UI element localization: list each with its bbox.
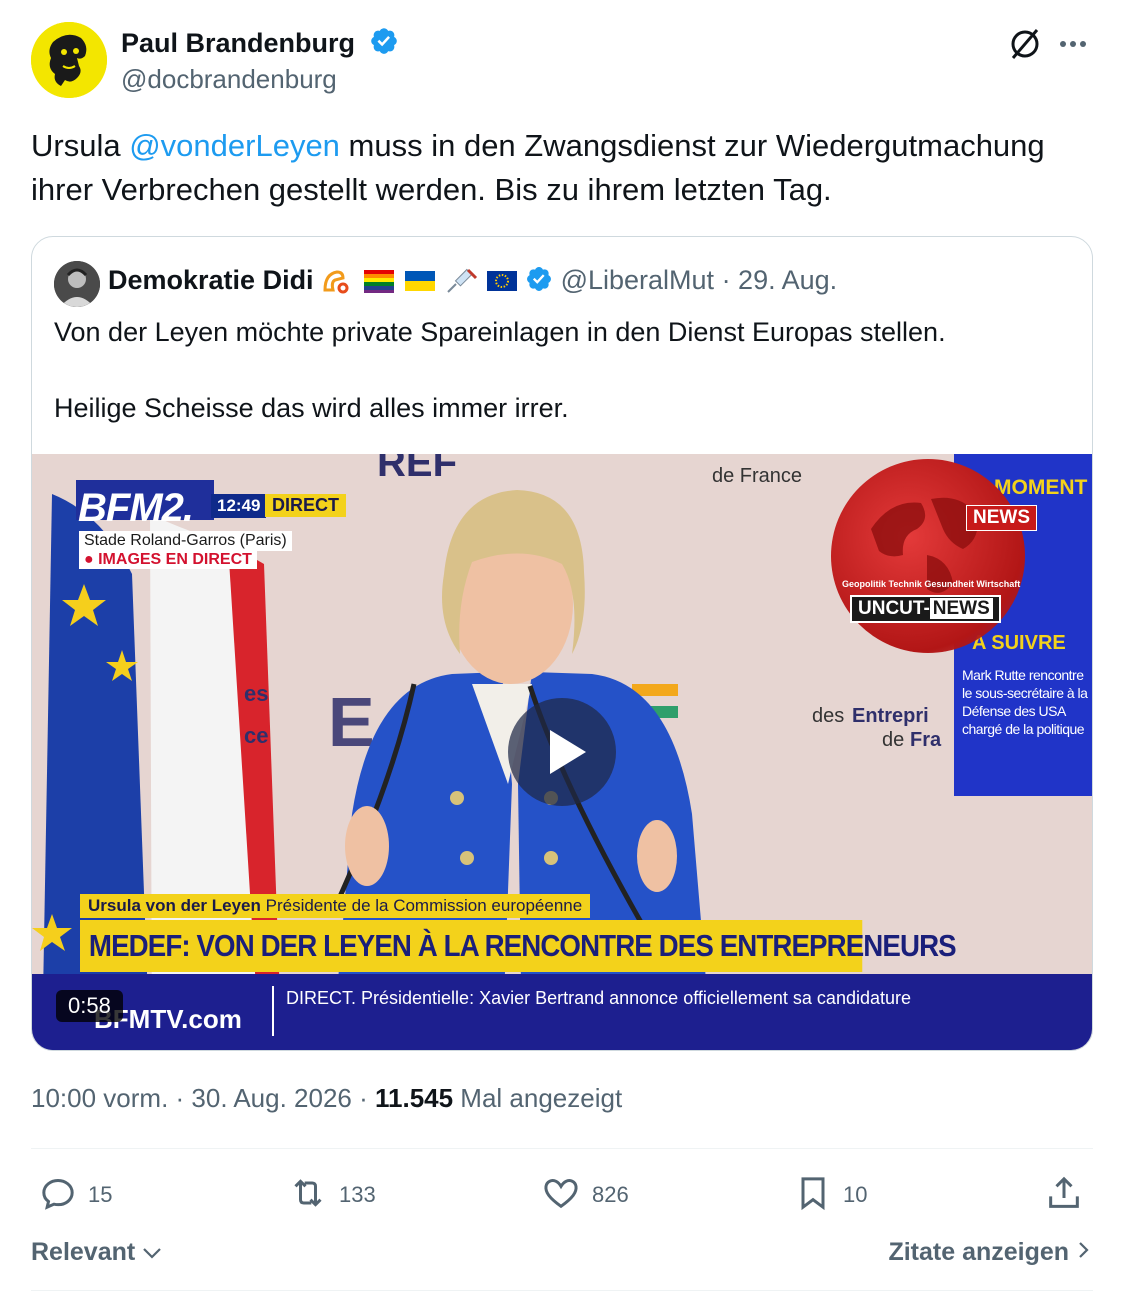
quoted-author-avatar[interactable] xyxy=(54,261,100,307)
heart-icon xyxy=(540,1173,582,1218)
tweet-text-part: Ursula xyxy=(31,128,130,163)
svg-text:de: de xyxy=(882,729,904,751)
sort-relevant-dropdown[interactable]: Relevant xyxy=(31,1238,162,1267)
quoted-text-line2: Heilige Scheisse das wird alles immer ir… xyxy=(54,393,569,423)
tweet-header: Paul Brandenburg @docbrandenburg xyxy=(31,22,1093,102)
view-quotes-label: Zitate anzeigen xyxy=(888,1238,1070,1266)
svg-text:Entrepri: Entrepri xyxy=(852,705,929,727)
reply-button[interactable]: 15 xyxy=(38,1175,112,1215)
side-panel-text: Mark Rutte rencontre le sous-secrétaire … xyxy=(962,667,1088,737)
quoted-text-line1: Von der Leyen möchte private Spareinlage… xyxy=(54,317,946,347)
more-options-icon[interactable] xyxy=(1053,24,1093,64)
video-duration: 0:58 xyxy=(56,990,123,1022)
quoted-header: Demokratie Didi @LiberalMut · 29. Aug. xyxy=(108,265,837,300)
news-ticker: BFMTV.com DIRECT. Présidentielle: Xavier… xyxy=(32,974,1092,1050)
svg-text:de France: de France xyxy=(712,465,802,487)
uncut-news-subtitle: Geopolitik Technik Gesundheit Wirtschaft xyxy=(842,579,1021,589)
tweet-meta: 10:00 vorm. · 30. Aug. 2026 · 11.545 Mal… xyxy=(31,1083,622,1114)
rainbow-flag-emoji-icon xyxy=(362,268,396,294)
grok-icon[interactable] xyxy=(1005,24,1045,64)
horn-emoji-icon xyxy=(321,268,355,294)
author-name-row[interactable]: Paul Brandenburg xyxy=(121,26,399,63)
bfm-location: Stade Roland-Garros (Paris) xyxy=(79,531,292,551)
uncut-label-part1: UNCUT- xyxy=(858,598,930,619)
verified-badge-icon xyxy=(369,26,399,63)
bfm-direct-badge: DIRECT xyxy=(265,494,346,517)
uncut-news-globe-icon xyxy=(831,459,1025,653)
svg-text:REF: REF xyxy=(377,454,457,485)
like-count: 826 xyxy=(592,1182,629,1207)
uncut-label-part2: NEWS xyxy=(929,598,993,619)
bookmark-button[interactable]: 10 xyxy=(793,1175,867,1215)
ukraine-flag-emoji-icon xyxy=(403,268,437,294)
bfm-live-label: ● IMAGES EN DIRECT xyxy=(79,551,257,569)
uncut-news-tag: NEWS xyxy=(966,505,1037,531)
video-player[interactable]: REF de France E es ce des Entrepri de Fr… xyxy=(32,454,1092,1050)
share-icon xyxy=(1044,1173,1084,1218)
uncut-news-label: UNCUT- NEWS xyxy=(850,595,1001,623)
chevron-right-icon xyxy=(1076,1238,1090,1266)
chevron-down-icon xyxy=(142,1238,162,1266)
sort-relevant-label: Relevant xyxy=(31,1238,136,1266)
bfm-time: 12:49 xyxy=(211,494,267,518)
quoted-tweet[interactable]: Demokratie Didi @LiberalMut · 29. Aug. Vo… xyxy=(31,236,1093,1051)
author-avatar[interactable] xyxy=(31,22,107,98)
reply-icon xyxy=(38,1173,78,1218)
play-icon[interactable] xyxy=(508,698,616,806)
views-label: Mal angezeigt xyxy=(453,1083,623,1113)
retweet-count: 133 xyxy=(339,1182,376,1207)
svg-text:Fra: Fra xyxy=(910,729,942,751)
retweet-button[interactable]: 133 xyxy=(287,1175,376,1215)
quoted-author-name[interactable]: Demokratie Didi xyxy=(108,265,314,295)
eu-flag-emoji-icon xyxy=(485,268,519,294)
retweet-icon xyxy=(287,1173,329,1218)
svg-text:es: es xyxy=(244,681,268,706)
lower-third-name-bold: Ursula von der Leyen xyxy=(88,896,261,915)
svg-text:E: E xyxy=(328,683,375,761)
ticker-text: DIRECT. Présidentielle: Xavier Bertrand … xyxy=(286,988,911,1008)
quoted-author-handle[interactable]: @LiberalMut xyxy=(561,265,714,295)
quoted-date[interactable]: · 29. Aug. xyxy=(722,265,838,295)
bfm-logo: BFM2. xyxy=(78,486,194,530)
reply-count: 15 xyxy=(88,1182,113,1207)
quoted-verified-badge-icon xyxy=(525,265,553,300)
tweet-text: Ursula @vonderLeyen muss in den Zwangsdi… xyxy=(31,124,1101,212)
svg-text:des: des xyxy=(812,705,844,727)
divider xyxy=(31,1148,1093,1149)
views-count: 11.545 xyxy=(374,1083,454,1113)
view-quotes-link[interactable]: Zitate anzeigen xyxy=(888,1238,1090,1267)
syringe-emoji-icon xyxy=(444,268,478,294)
lower-third-name: Ursula von der Leyen Présidente de la Co… xyxy=(80,894,591,918)
like-button[interactable]: 826 xyxy=(540,1175,629,1215)
bookmark-icon xyxy=(793,1173,833,1218)
mention-link[interactable]: @vonderLeyen xyxy=(129,128,340,163)
divider-bottom xyxy=(31,1290,1093,1291)
ticker-separator xyxy=(272,986,274,1036)
author-handle[interactable]: @docbrandenburg xyxy=(121,64,337,95)
svg-text:ce: ce xyxy=(244,723,268,748)
lower-third-role: Présidente de la Commission européenne xyxy=(260,896,583,915)
author-name[interactable]: Paul Brandenburg xyxy=(121,28,355,58)
tweet-timestamp[interactable]: 10:00 vorm. · 30. Aug. 2026 · xyxy=(31,1083,375,1113)
share-button[interactable] xyxy=(1044,1175,1084,1215)
lower-third-headline: MEDEF: VON DER LEYEN À LA RENCONTRE DES … xyxy=(80,920,957,972)
bookmark-count: 10 xyxy=(843,1182,868,1207)
